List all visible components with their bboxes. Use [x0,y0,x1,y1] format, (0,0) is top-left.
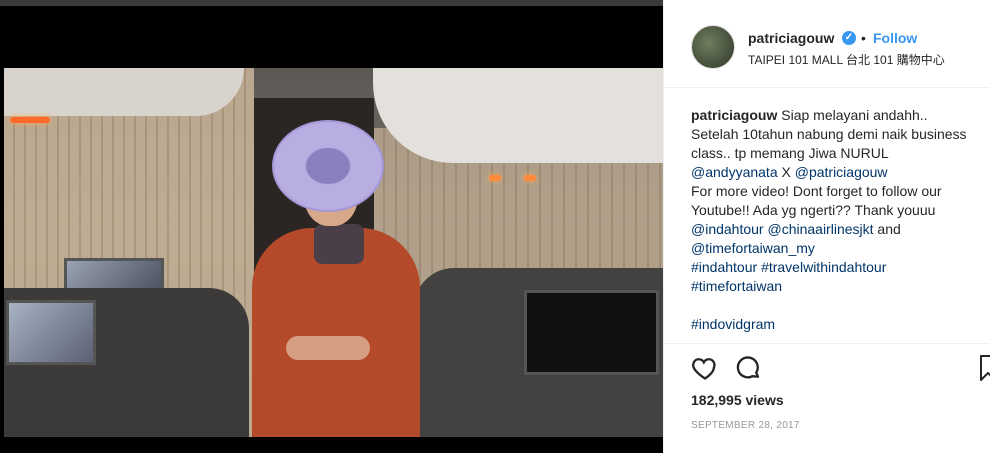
cabin-light [524,175,536,181]
caption-line: #indahtour #travelwithindahtour [691,258,990,277]
heart-icon[interactable] [691,354,719,382]
post-actions [664,343,990,391]
caption-line: Setelah 10tahun nabung demi naik busines… [691,126,967,142]
caption-username[interactable]: patriciagouw [691,107,777,123]
verified-badge-icon: ✓ [842,31,856,45]
post-sidebar: patriciagouw ✓ • Follow TAIPEI 101 MALL … [663,0,990,453]
seatback-screen [6,300,96,365]
avatar[interactable] [691,25,735,69]
hashtag-link[interactable]: #indahtour [691,259,757,275]
post-header: patriciagouw ✓ • Follow TAIPEI 101 MALL … [664,0,990,88]
hashtag-link[interactable]: #indovidgram [691,316,775,332]
separator-dot: • [861,30,866,46]
mention-link[interactable]: @timefortaiwan_my [691,240,815,256]
mention-link[interactable]: @indahtour [691,221,764,237]
bookmark-icon[interactable] [979,354,990,382]
caption-text: X [777,164,795,180]
header-username[interactable]: patriciagouw [748,30,834,46]
overhead-bin-left [4,68,244,116]
caption-text: and [873,221,901,237]
caption-line: @andyyanata X @patriciagouw [691,163,990,182]
person-scarf [314,224,364,264]
caption-line: @indahtour @chinaairlinesjkt and [691,220,990,239]
person-hands [286,336,370,360]
view-count[interactable]: 182,995 views [691,392,784,408]
hashtag-link[interactable]: #timefortaiwan [691,278,782,294]
post-caption: patriciagouw Siap melayani andahh.. Sete… [691,106,990,334]
follow-button[interactable]: Follow [873,30,917,46]
caption-text: Siap melayani andahh.. [777,107,928,123]
caption-line: #indovidgram [691,315,990,334]
caption-line: patriciagouw Siap melayani andahh.. [691,106,990,125]
caption-line: Youtube!! Ada yg ngerti?? Thank youuu [691,202,936,218]
post-video[interactable] [0,0,663,453]
caption-line: class.. tp memang Jiwa NURUL [691,145,889,161]
location-link[interactable]: TAIPEI 101 MALL 台北 101 購物中心 [748,51,945,68]
post-date: SEPTEMBER 28, 2017 [691,420,800,431]
mention-link[interactable]: @andyyanata [691,164,778,180]
overhead-bin-right [373,68,663,163]
video-top-strip [0,0,663,6]
video-frame[interactable] [4,68,663,437]
mention-link[interactable]: @patriciagouw [795,164,888,180]
mention-link[interactable]: @chinaairlinesjkt [767,221,873,237]
cabin-light [10,117,50,123]
caption-line: @timefortaiwan_my [691,239,990,258]
hashtag-link[interactable]: #travelwithindahtour [761,259,886,275]
seatback-screen [524,290,659,375]
caption-line: #timefortaiwan [691,277,990,296]
caption-line: For more video! Dont forget to follow ou… [691,183,942,199]
cabin-light [489,175,501,181]
comment-icon[interactable] [734,354,762,382]
neck-pillow-hat [272,120,384,212]
